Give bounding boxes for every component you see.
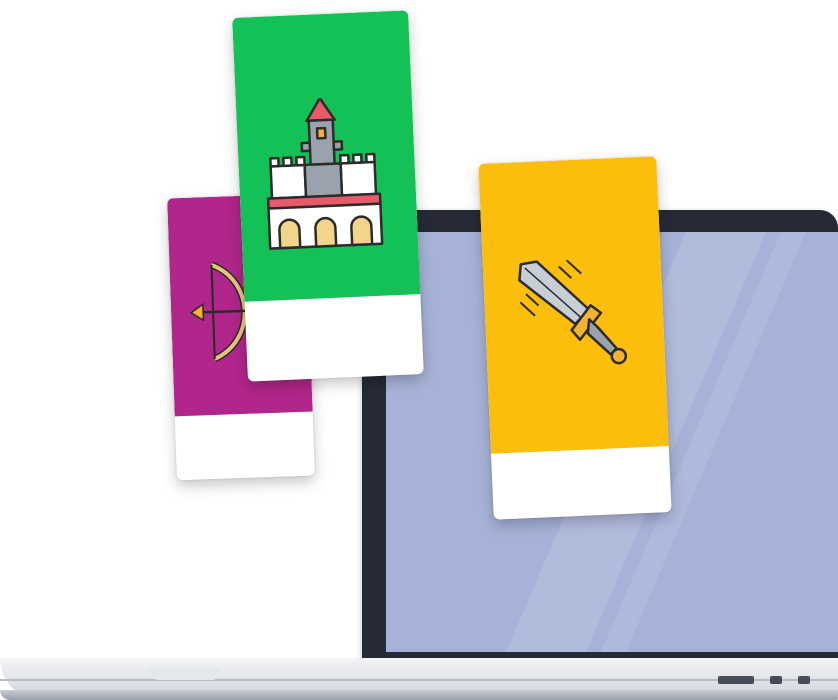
laptop-port-1 [718,676,754,684]
castle-card [232,10,424,382]
laptop-port-3 [798,676,810,684]
laptop-port-2 [770,676,782,684]
laptop-base-shadow [0,690,838,700]
castle-icon [266,97,384,250]
laptop-base-edge [0,679,838,681]
laptop-opening-notch [150,668,220,680]
sword-icon [518,259,628,365]
sword-card [478,156,672,520]
